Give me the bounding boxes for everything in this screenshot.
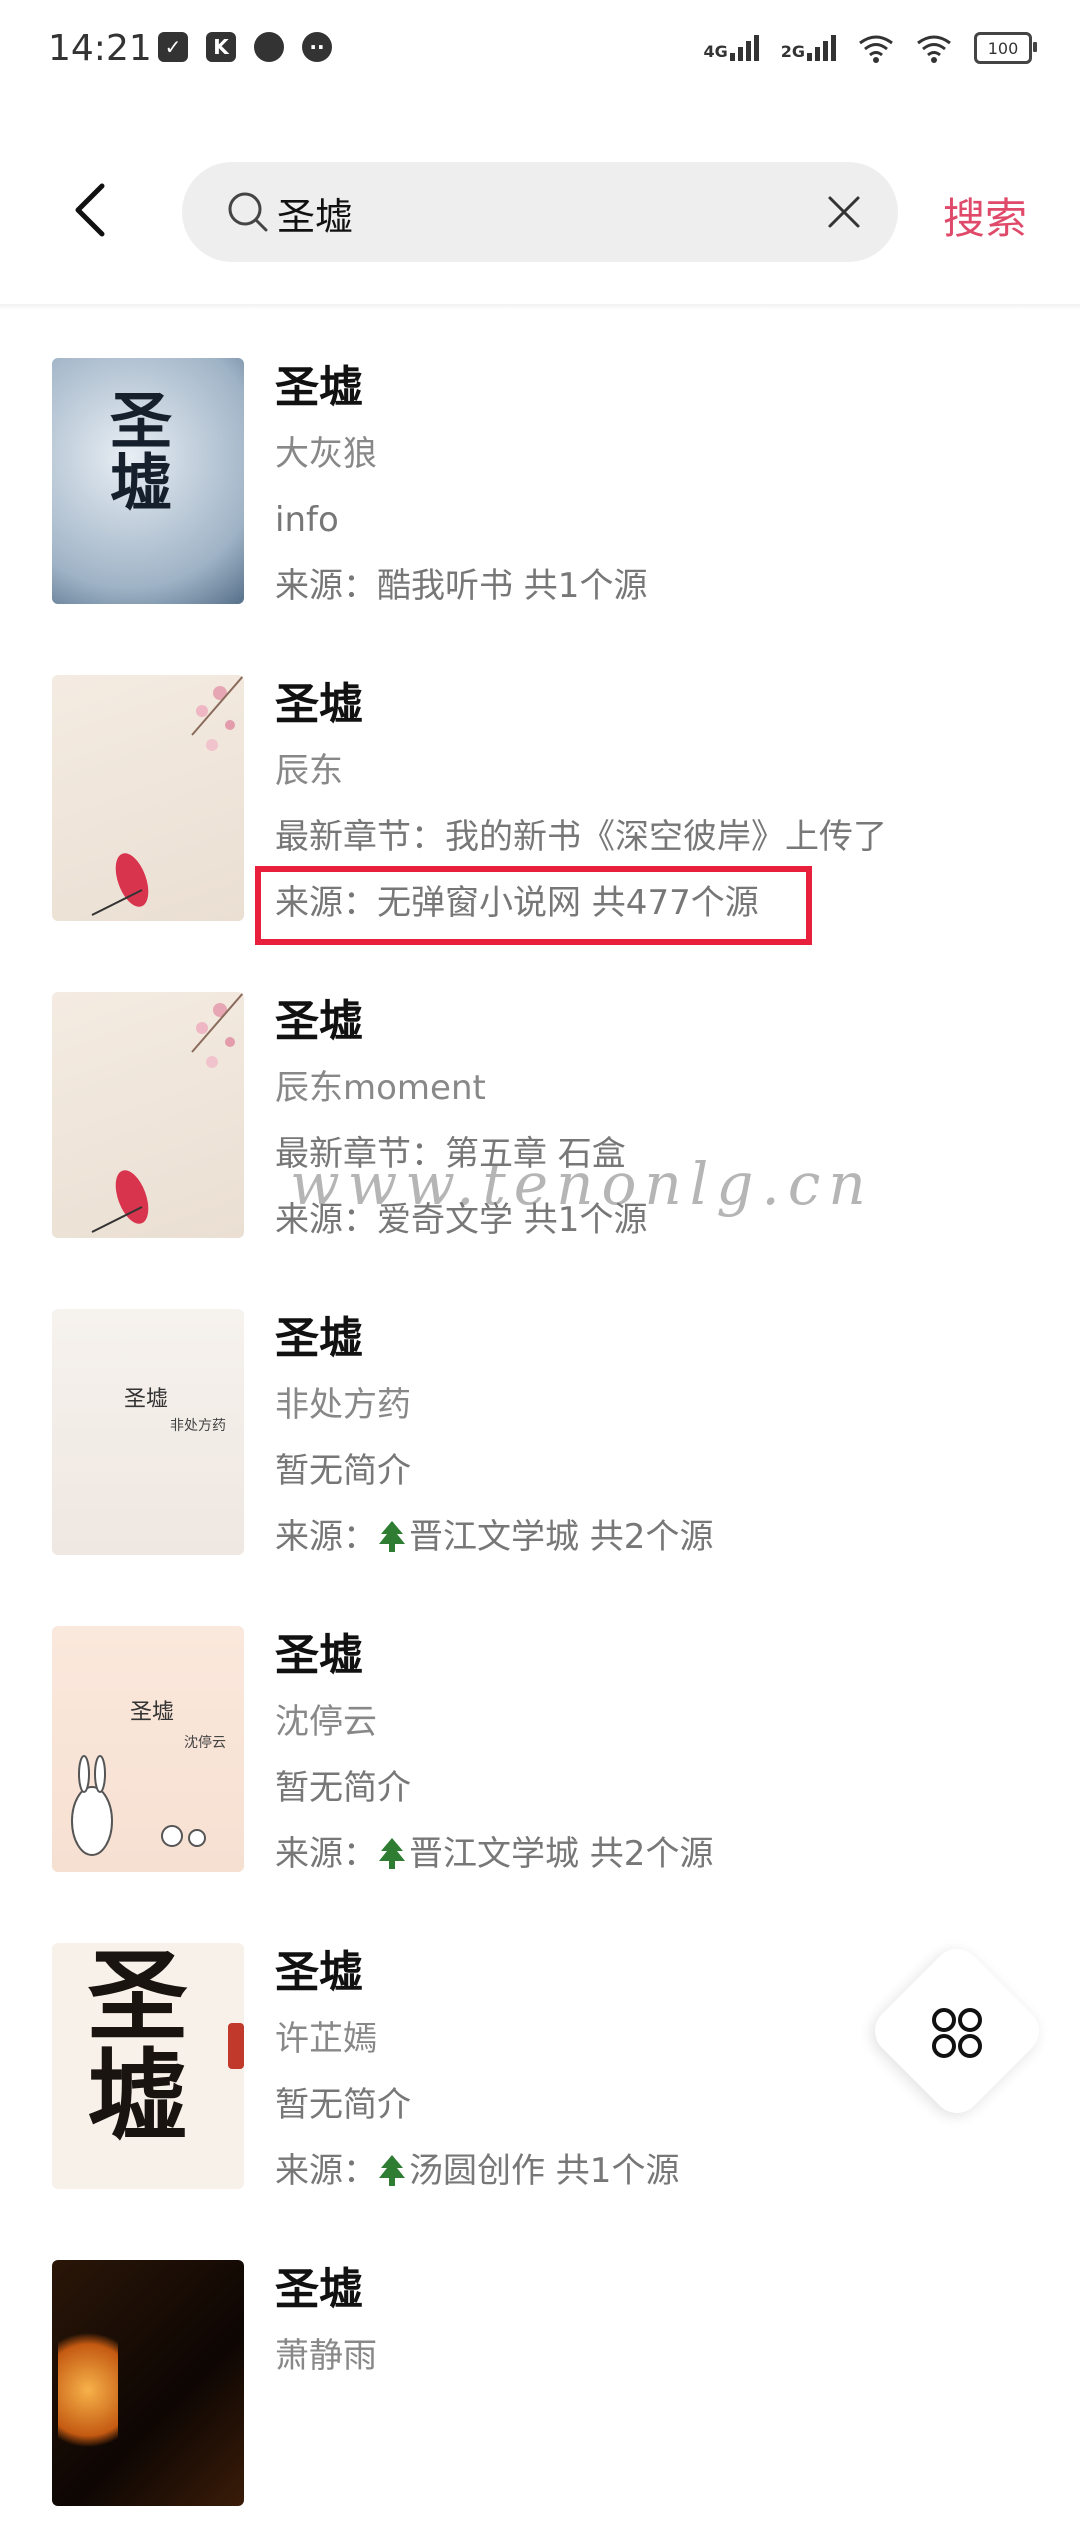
book-author: 沈停云 <box>275 1702 377 1742</box>
book-title: 圣墟 <box>275 679 363 730</box>
book-cover <box>52 992 244 1238</box>
plum-blossom-illustration <box>91 675 244 916</box>
book-source: 来源： 晋江文学城 共2个源 <box>275 1504 1055 1570</box>
book-source: 来源：酷我听书 共1个源 <box>275 566 648 606</box>
search-input[interactable]: 圣墟 <box>182 162 898 262</box>
book-source: 来源： 晋江文学城 共2个源 <box>275 1821 1055 1887</box>
tree-icon <box>379 1521 405 1552</box>
book-title: 圣墟 <box>275 2264 363 2315</box>
battery-icon: 100 <box>974 32 1037 64</box>
book-cover: 圣墟 非处方药 <box>52 1309 244 1555</box>
search-icon <box>228 192 268 232</box>
book-source: 来源： 汤圆创作 共1个源 <box>275 2138 1055 2204</box>
book-author: 大灰狼 <box>275 434 377 474</box>
status-notification-icons: ✓ K ·· <box>158 32 332 62</box>
wifi-call-icon <box>859 35 893 63</box>
clear-icon[interactable] <box>826 194 862 230</box>
book-cover <box>52 2260 244 2506</box>
grid-menu-icon[interactable] <box>930 2006 984 2060</box>
source-label: 来源： <box>275 2151 377 2191</box>
network-type-1: 4G <box>703 42 728 61</box>
red-seal <box>228 2023 244 2069</box>
header-divider <box>0 304 1080 310</box>
book-latest-chapter: 最新章节：我的新书《深空彼岸》上传了 <box>275 817 887 857</box>
book-title: 圣墟 <box>275 996 363 1047</box>
cover-title: 圣墟 <box>124 1387 169 1412</box>
list-item[interactable]: 圣墟 沈停云 圣墟 沈停云 暂无简介 来源： 晋江文学城 共2个源 <box>0 1608 1080 1908</box>
tree-icon <box>379 1838 405 1869</box>
book-cover: 圣墟 <box>52 1943 244 2189</box>
source-name: 晋江文学城 共2个源 <box>409 1517 714 1557</box>
chat-bubble-icon <box>254 32 284 62</box>
search-query-text[interactable]: 圣墟 <box>277 186 353 241</box>
tree-icon <box>379 2155 405 2186</box>
book-intro: 暂无简介 <box>275 1768 411 1808</box>
book-author: 辰东 <box>275 751 343 791</box>
status-bar: 14:21 ✓ K ·· 4G 2G 100 <box>0 0 1080 100</box>
book-title: 圣墟 <box>275 362 363 413</box>
source-label: 来源： <box>275 1517 377 1557</box>
signal-4g-icon: 4G <box>703 35 759 61</box>
battery-level: 100 <box>987 38 1019 58</box>
source-label: 来源： <box>275 1834 377 1874</box>
cover-title: 圣墟 <box>99 388 172 512</box>
k-app-icon: K <box>206 32 236 62</box>
source-name: 晋江文学城 共2个源 <box>409 1834 714 1874</box>
bunny-illustration <box>71 1755 206 1856</box>
signal-2g-icon: 2G <box>781 35 836 61</box>
plum-blossom-illustration <box>91 992 244 1233</box>
network-type-2: 2G <box>780 42 805 61</box>
clipboard-check-icon: ✓ <box>158 32 188 62</box>
book-title: 圣墟 <box>275 1630 363 1681</box>
watermark: www.tenonlg.cn <box>290 1150 874 1218</box>
book-intro: info <box>275 500 339 540</box>
search-header: 圣墟 搜索 <box>0 150 1080 270</box>
list-item[interactable]: 圣墟 辰东moment 最新章节：第五章 石盒 来源：爱奇文学 共1个源 <box>0 974 1080 1274</box>
search-button[interactable]: 搜索 <box>943 185 1027 246</box>
back-arrow-icon[interactable] <box>62 180 122 240</box>
cover-title: 圣墟 <box>70 1943 188 2143</box>
book-cover: 圣墟 沈停云 <box>52 1626 244 1872</box>
cover-author: 非处方药 <box>170 1418 226 1434</box>
wifi-icon <box>917 35 951 63</box>
list-item[interactable]: 圣墟 圣墟 大灰狼 info 来源：酷我听书 共1个源 <box>0 340 1080 640</box>
book-intro: 暂无简介 <box>275 1451 411 1491</box>
book-info: 圣墟 沈停云 暂无简介 来源： 晋江文学城 共2个源 <box>275 1623 1055 1887</box>
status-time: 14:21 <box>48 28 152 69</box>
source-name: 汤圆创作 共1个源 <box>409 2151 680 2191</box>
status-system-icons: 4G 2G 100 <box>703 32 1037 64</box>
list-item[interactable]: 圣墟 非处方药 圣墟 非处方药 暂无简介 来源： 晋江文学城 共2个源 <box>0 1291 1080 1591</box>
wechat-icon: ·· <box>302 32 332 62</box>
highlight-annotation-box <box>255 866 812 945</box>
fire-glow <box>58 2320 118 2460</box>
book-cover <box>52 675 244 921</box>
book-author: 非处方药 <box>275 1385 411 1425</box>
book-author: 辰东moment <box>275 1068 486 1108</box>
list-item[interactable]: 圣墟 萧静雨 <box>0 2242 1080 2542</box>
book-author: 萧静雨 <box>275 2336 377 2376</box>
book-info: 圣墟 非处方药 暂无简介 来源： 晋江文学城 共2个源 <box>275 1306 1055 1570</box>
book-cover: 圣墟 <box>52 358 244 604</box>
book-info: 圣墟 萧静雨 <box>275 2257 1055 2389</box>
book-info: 圣墟 大灰狼 info 来源：酷我听书 共1个源 <box>275 355 1055 619</box>
book-title: 圣墟 <box>275 1313 363 1364</box>
